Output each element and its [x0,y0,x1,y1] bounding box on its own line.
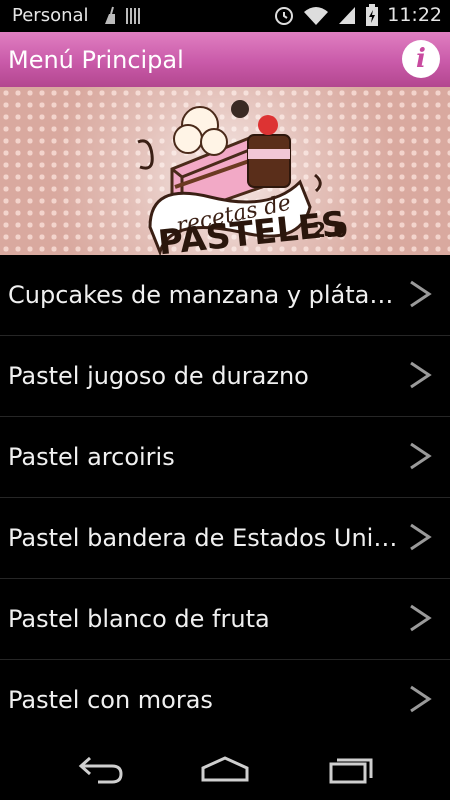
list-item-label: Pastel arcoiris [8,443,175,471]
cleaner-icon [105,6,115,24]
chevron-right-icon [410,280,432,308]
logo: recetas de PASTELES 2.0 [137,100,348,255]
wifi-icon [304,7,329,25]
list-item-label: Pastel jugoso de durazno [8,362,309,390]
list-item-label: Cupcakes de manzana y plátano [8,281,398,309]
alarm-icon [275,7,294,25]
carrier-label: Personal [12,5,89,26]
list-item[interactable]: Pastel con moras [0,660,450,740]
list-item[interactable]: Pastel jugoso de durazno [0,336,450,417]
logo-version: 2.0 [312,218,347,242]
list-item-label: Pastel con moras [8,686,213,714]
chevron-right-icon [410,361,432,389]
page-title: Menú Principal [8,46,184,74]
list-item-label: Pastel blanco de fruta [8,605,270,633]
clock: 11:22 [387,4,442,26]
recent-apps-icon[interactable] [328,754,374,784]
chevron-right-icon [410,523,432,551]
list-item[interactable]: Cupcakes de manzana y plátano [0,255,450,336]
list-item[interactable]: Pastel arcoiris [0,417,450,498]
battery-icon [366,4,379,26]
signal-icon [339,7,356,24]
list-item[interactable]: Pastel blanco de fruta [0,579,450,660]
back-icon[interactable] [78,754,124,784]
info-icon: i [416,44,426,74]
list-item[interactable]: Pastel bandera de Estados Unidos [0,498,450,579]
barcode-icon [126,8,140,24]
navigation-bar [0,740,450,800]
list-item-label: Pastel bandera de Estados Unidos [8,524,398,552]
chevron-right-icon [410,442,432,470]
chevron-right-icon [410,685,432,713]
home-icon[interactable] [200,754,250,784]
banner: recetas de PASTELES 2.0 [0,87,450,255]
chevron-right-icon [410,604,432,632]
status-bar: Personal 11:22 [0,0,450,32]
info-button[interactable]: i [402,40,440,78]
app-bar: Menú Principal i [0,32,450,87]
recipe-list: Cupcakes de manzana y plátano Pastel jug… [0,255,450,740]
